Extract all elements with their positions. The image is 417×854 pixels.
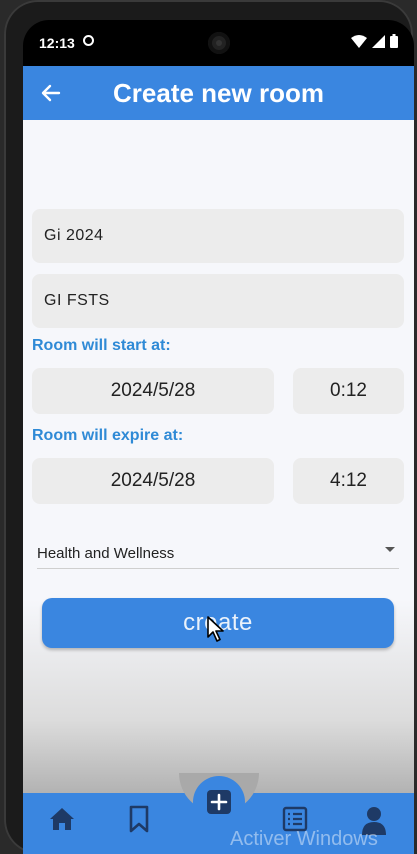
room-description-field[interactable]: GI FSTS [32,274,404,328]
phone-frame: 12:13 Create new room Gi 2024 GI FSTS Ro… [4,0,414,854]
start-time-button[interactable]: 0:12 [293,368,404,414]
add-room-button[interactable] [193,776,245,828]
mouse-cursor-icon [207,616,224,642]
signal-icon [372,34,385,48]
add-icon [207,790,231,814]
start-label: Room will start at: [32,337,171,354]
camera-cutout [208,32,230,54]
screen: 12:13 Create new room Gi 2024 GI FSTS Ro… [23,20,414,854]
bookmark-icon [129,805,149,833]
nav-bookmarks[interactable] [126,805,156,835]
page-title: Create new room [113,78,324,108]
status-bar: 12:13 [23,20,414,66]
windows-watermark: Activer Windows [230,828,378,850]
chevron-down-icon [385,547,395,552]
status-time: 12:13 [39,35,75,51]
create-room-form: Gi 2024 GI FSTS Room will start at: 2024… [23,120,414,854]
expire-time-button[interactable]: 4:12 [293,458,404,504]
notification-icon [83,35,94,46]
nav-home[interactable] [48,805,78,835]
battery-icon [390,34,398,48]
expire-date-button[interactable]: 2024/5/28 [32,458,274,504]
status-icons [351,34,398,48]
app-bar: Create new room [23,66,414,120]
home-icon [50,808,74,830]
expire-label: Room will expire at: [32,427,184,444]
room-name-field[interactable]: Gi 2024 [32,209,404,263]
wifi-icon [351,34,367,48]
category-dropdown[interactable]: Health and Wellness [37,538,399,569]
start-date-button[interactable]: 2024/5/28 [32,368,274,414]
category-value: Health and Wellness [37,544,175,562]
